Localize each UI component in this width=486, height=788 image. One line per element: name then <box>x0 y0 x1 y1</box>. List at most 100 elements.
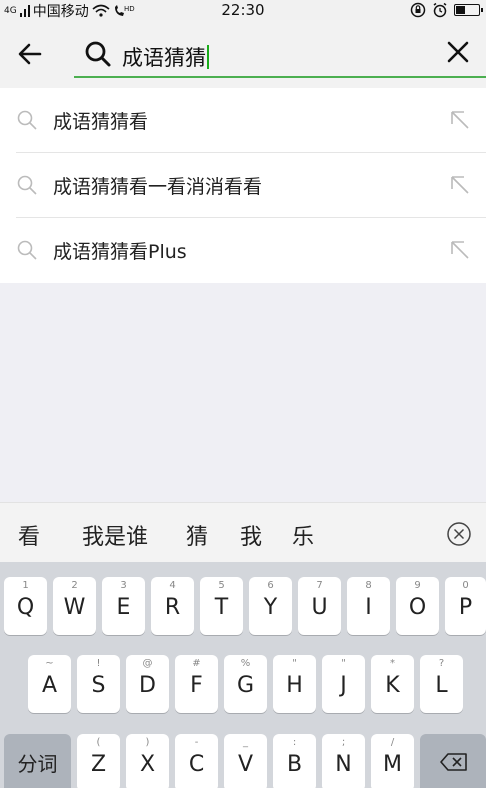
key-sub: - <box>194 737 199 748</box>
suggestion-item[interactable]: 成语猜猜看 <box>0 88 486 153</box>
search-icon <box>17 240 37 260</box>
key-main: 分词 <box>17 752 58 776</box>
key-q[interactable]: 1Q <box>4 577 47 635</box>
key-main: J <box>340 673 347 698</box>
key-main: W <box>63 595 86 620</box>
key-main: B <box>286 752 303 777</box>
backspace-key[interactable] <box>420 734 486 788</box>
key-p[interactable]: 0P <box>445 577 486 635</box>
key-main: I <box>365 595 372 620</box>
key-f[interactable]: # F <box>175 655 218 713</box>
key-sub: ? <box>438 658 445 669</box>
search-icon <box>17 175 37 195</box>
search-query: 成语猜猜 <box>122 46 206 70</box>
search-input[interactable]: 成语猜猜 <box>122 42 209 72</box>
search-icon <box>17 110 37 130</box>
segment-key[interactable]: 分词 <box>4 734 71 788</box>
key-sub: 4 <box>169 580 176 591</box>
key-main: M <box>383 752 402 777</box>
key-sub: ! <box>96 658 101 669</box>
key-u[interactable]: 7U <box>298 577 341 635</box>
key-main: R <box>164 595 181 620</box>
key-main: L <box>435 673 448 698</box>
key-s[interactable]: ! S <box>77 655 120 713</box>
key-d[interactable]: @ D <box>126 655 169 713</box>
key-sub: 3 <box>120 580 127 591</box>
key-sub: 6 <box>267 580 274 591</box>
key-main: D <box>139 673 156 698</box>
key-l[interactable]: ? L <box>420 655 463 713</box>
suggestion-item[interactable]: 成语猜猜看Plus <box>0 218 486 283</box>
key-sub: " <box>341 658 346 669</box>
key-sub: 1 <box>22 580 29 591</box>
backspace-icon <box>440 753 467 771</box>
key-sub: 0 <box>462 580 469 591</box>
status-right <box>410 2 483 18</box>
key-main: U <box>311 595 328 620</box>
key-sub: 7 <box>316 580 323 591</box>
key-x[interactable]: ) X <box>126 734 169 788</box>
candidate-word[interactable]: 乐 <box>292 519 314 551</box>
key-main: X <box>139 752 156 777</box>
key-main: F <box>190 673 203 698</box>
key-main: Y <box>263 595 278 620</box>
suggestion-item[interactable]: 成语猜猜看一看消消看看 <box>0 153 486 218</box>
key-sub: % <box>240 658 251 669</box>
key-h[interactable]: " H <box>273 655 316 713</box>
key-sub: 9 <box>414 580 421 591</box>
key-w[interactable]: 2W <box>53 577 96 635</box>
key-k[interactable]: * K <box>371 655 414 713</box>
key-main: Q <box>16 595 35 620</box>
key-main: N <box>335 752 352 777</box>
key-main: P <box>458 595 473 620</box>
status-bar: 4G 中国移动 HD 22:30 <box>0 0 486 20</box>
fill-query-arrow-icon[interactable] <box>448 108 472 132</box>
key-sub: ) <box>145 737 150 748</box>
key-main: E <box>116 595 131 620</box>
key-j[interactable]: " J <box>322 655 365 713</box>
key-main: C <box>188 752 205 777</box>
key-sub: 8 <box>365 580 372 591</box>
candidate-word[interactable]: 猜 <box>186 519 208 551</box>
key-m[interactable]: / M <box>371 734 414 788</box>
candidate-word[interactable]: 我 <box>240 519 262 551</box>
key-i[interactable]: 8I <box>347 577 390 635</box>
key-a[interactable]: ~ A <box>28 655 71 713</box>
battery-icon <box>454 4 483 16</box>
key-sub: ; <box>341 737 346 748</box>
key-sub: : <box>292 737 297 748</box>
candidate-word[interactable]: 看 <box>18 519 40 551</box>
key-main: O <box>408 595 427 620</box>
fill-query-arrow-icon[interactable] <box>448 173 472 197</box>
key-o[interactable]: 9O <box>396 577 439 635</box>
key-main: A <box>41 673 58 698</box>
key-y[interactable]: 6Y <box>249 577 292 635</box>
text-cursor <box>207 45 209 69</box>
key-sub: " <box>292 658 297 669</box>
suggestion-label: 成语猜猜看Plus <box>53 241 187 263</box>
search-field[interactable]: 成语猜猜 <box>74 36 486 78</box>
key-z[interactable]: (Z <box>77 734 120 788</box>
candidate-word[interactable]: 我是谁 <box>82 519 148 551</box>
key-g[interactable]: % G <box>224 655 267 713</box>
key-e[interactable]: 3E <box>102 577 145 635</box>
key-sub: * <box>390 658 395 669</box>
clear-icon[interactable] <box>444 38 472 66</box>
search-icon <box>85 41 111 67</box>
search-header: 成语猜猜 <box>0 20 486 88</box>
key-main: Z <box>90 752 107 777</box>
key-b[interactable]: :B <box>273 734 316 788</box>
key-r[interactable]: 4R <box>151 577 194 635</box>
key-t[interactable]: 5T <box>200 577 243 635</box>
key-c[interactable]: -C <box>175 734 218 788</box>
key-sub: ~ <box>45 658 54 669</box>
keyboard: 1Q 2W 3E 4R 5T 6Y 7U 8I 9O 0P ~ A ! S @ D #… <box>0 562 486 788</box>
back-arrow-icon[interactable] <box>14 38 46 70</box>
close-candidates-icon[interactable] <box>446 521 472 547</box>
key-n[interactable]: ; N <box>322 734 365 788</box>
fill-query-arrow-icon[interactable] <box>448 238 472 262</box>
key-main: K <box>385 673 400 698</box>
rotation-lock-icon <box>410 2 426 18</box>
key-v[interactable]: _ V <box>224 734 267 788</box>
ime-candidate-bar: 看 我是谁 猜 我 乐 <box>0 502 486 562</box>
